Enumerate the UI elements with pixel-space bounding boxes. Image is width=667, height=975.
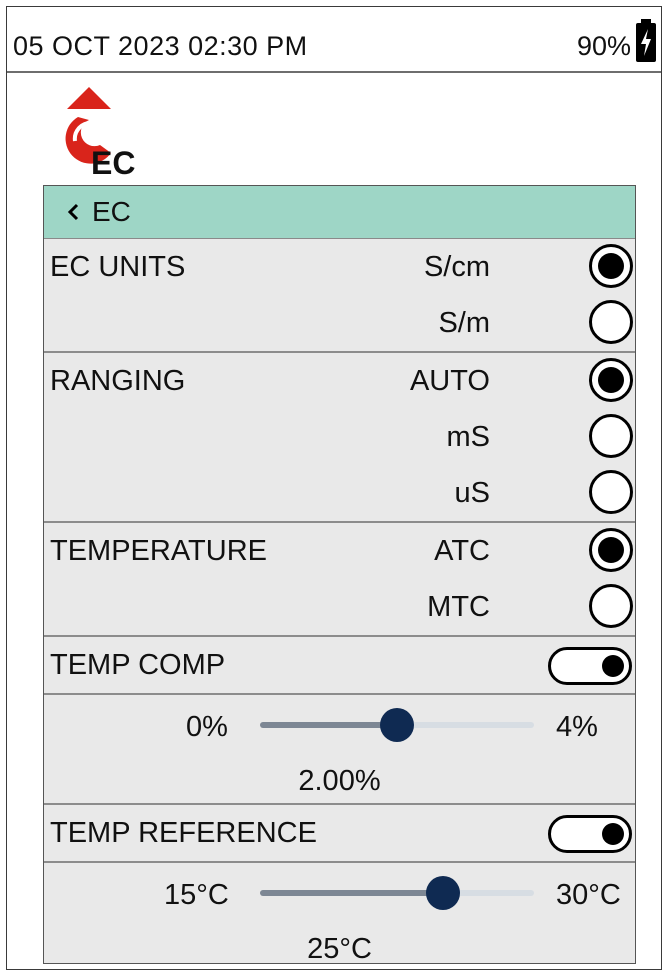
- slider-thumb[interactable]: [425, 876, 460, 910]
- toggle-row[interactable]: TEMP COMP: [44, 637, 635, 693]
- temperature-label: TEMPERATURE: [50, 535, 267, 567]
- slider-max-label: 4%: [556, 711, 598, 743]
- battery-charging-icon: [636, 19, 656, 62]
- slider-fill: [260, 890, 443, 896]
- temp-comp-label: TEMP COMP: [50, 649, 226, 681]
- option-label: uS: [454, 477, 490, 509]
- temp-comp-slider-area: 0% 4% 2.00%: [44, 695, 635, 805]
- slider-max-label: 30°C: [556, 879, 621, 911]
- status-bar: 05 OCT 2023 02:30 PM 90%: [7, 7, 661, 73]
- temp-comp-value: 2.00%: [298, 765, 381, 797]
- temp-reference-toggle[interactable]: [548, 815, 632, 853]
- option-label: ATC: [434, 535, 490, 567]
- temp-reference-value: 25°C: [307, 933, 372, 965]
- radio-auto[interactable]: [589, 358, 633, 402]
- toggle-knob: [602, 655, 624, 677]
- option-row[interactable]: EC UNITS S/cm: [44, 239, 635, 295]
- temperature-section: TEMPERATURE ATC MTC: [44, 523, 635, 637]
- battery-percent: 90%: [576, 31, 631, 61]
- option-label: AUTO: [409, 365, 490, 397]
- back-header[interactable]: EC: [44, 186, 635, 239]
- option-row[interactable]: TEMPERATURE ATC: [44, 523, 635, 579]
- logo-text: EC: [91, 145, 135, 181]
- option-row[interactable]: S/m: [44, 295, 635, 351]
- temp-comp-section: TEMP COMP: [44, 637, 635, 695]
- slider-min-label: 0%: [186, 711, 228, 743]
- slider-fill: [260, 722, 397, 728]
- option-row[interactable]: mS: [44, 409, 635, 465]
- settings-panel: EC EC UNITS S/cm S/m RANGING AUTO mS uS …: [43, 185, 636, 965]
- option-label: S/cm: [423, 251, 490, 283]
- ranging-section: RANGING AUTO mS uS: [44, 353, 635, 523]
- option-label: S/m: [438, 307, 490, 339]
- ec-logo: EC: [65, 87, 135, 181]
- temp-reference-slider-area: 15°C 30°C 25°C: [44, 863, 635, 973]
- option-row[interactable]: RANGING AUTO: [44, 353, 635, 409]
- temp-comp-slider[interactable]: [260, 708, 534, 742]
- device-screen: 05 OCT 2023 02:30 PM 90% EC EC EC UNITS …: [6, 6, 662, 970]
- radio-mtc[interactable]: [589, 584, 633, 628]
- ranging-label: RANGING: [50, 365, 186, 397]
- toggle-knob: [602, 823, 624, 845]
- option-row[interactable]: MTC: [44, 579, 635, 635]
- option-label: MTC: [427, 591, 490, 623]
- ec-units-label: EC UNITS: [50, 251, 186, 283]
- option-label: mS: [446, 421, 491, 453]
- radio-atc[interactable]: [589, 528, 633, 572]
- temp-comp-toggle[interactable]: [548, 647, 632, 685]
- slider-min-label: 15°C: [164, 879, 229, 911]
- page-title: EC: [92, 196, 131, 227]
- radio-ms[interactable]: [589, 414, 633, 458]
- radio-s-m[interactable]: [589, 300, 633, 344]
- radio-s-cm[interactable]: [589, 244, 633, 288]
- temp-reference-section: TEMP REFERENCE: [44, 805, 635, 863]
- temp-reference-slider[interactable]: [260, 876, 534, 910]
- temp-reference-label: TEMP REFERENCE: [50, 817, 317, 849]
- toggle-row[interactable]: TEMP REFERENCE: [44, 805, 635, 861]
- chevron-left-icon[interactable]: [66, 203, 80, 221]
- radio-us[interactable]: [589, 470, 633, 514]
- ec-units-section: EC UNITS S/cm S/m: [44, 239, 635, 353]
- datetime: 05 OCT 2023 02:30 PM: [13, 31, 308, 61]
- slider-thumb[interactable]: [380, 708, 414, 742]
- option-row[interactable]: uS: [44, 465, 635, 521]
